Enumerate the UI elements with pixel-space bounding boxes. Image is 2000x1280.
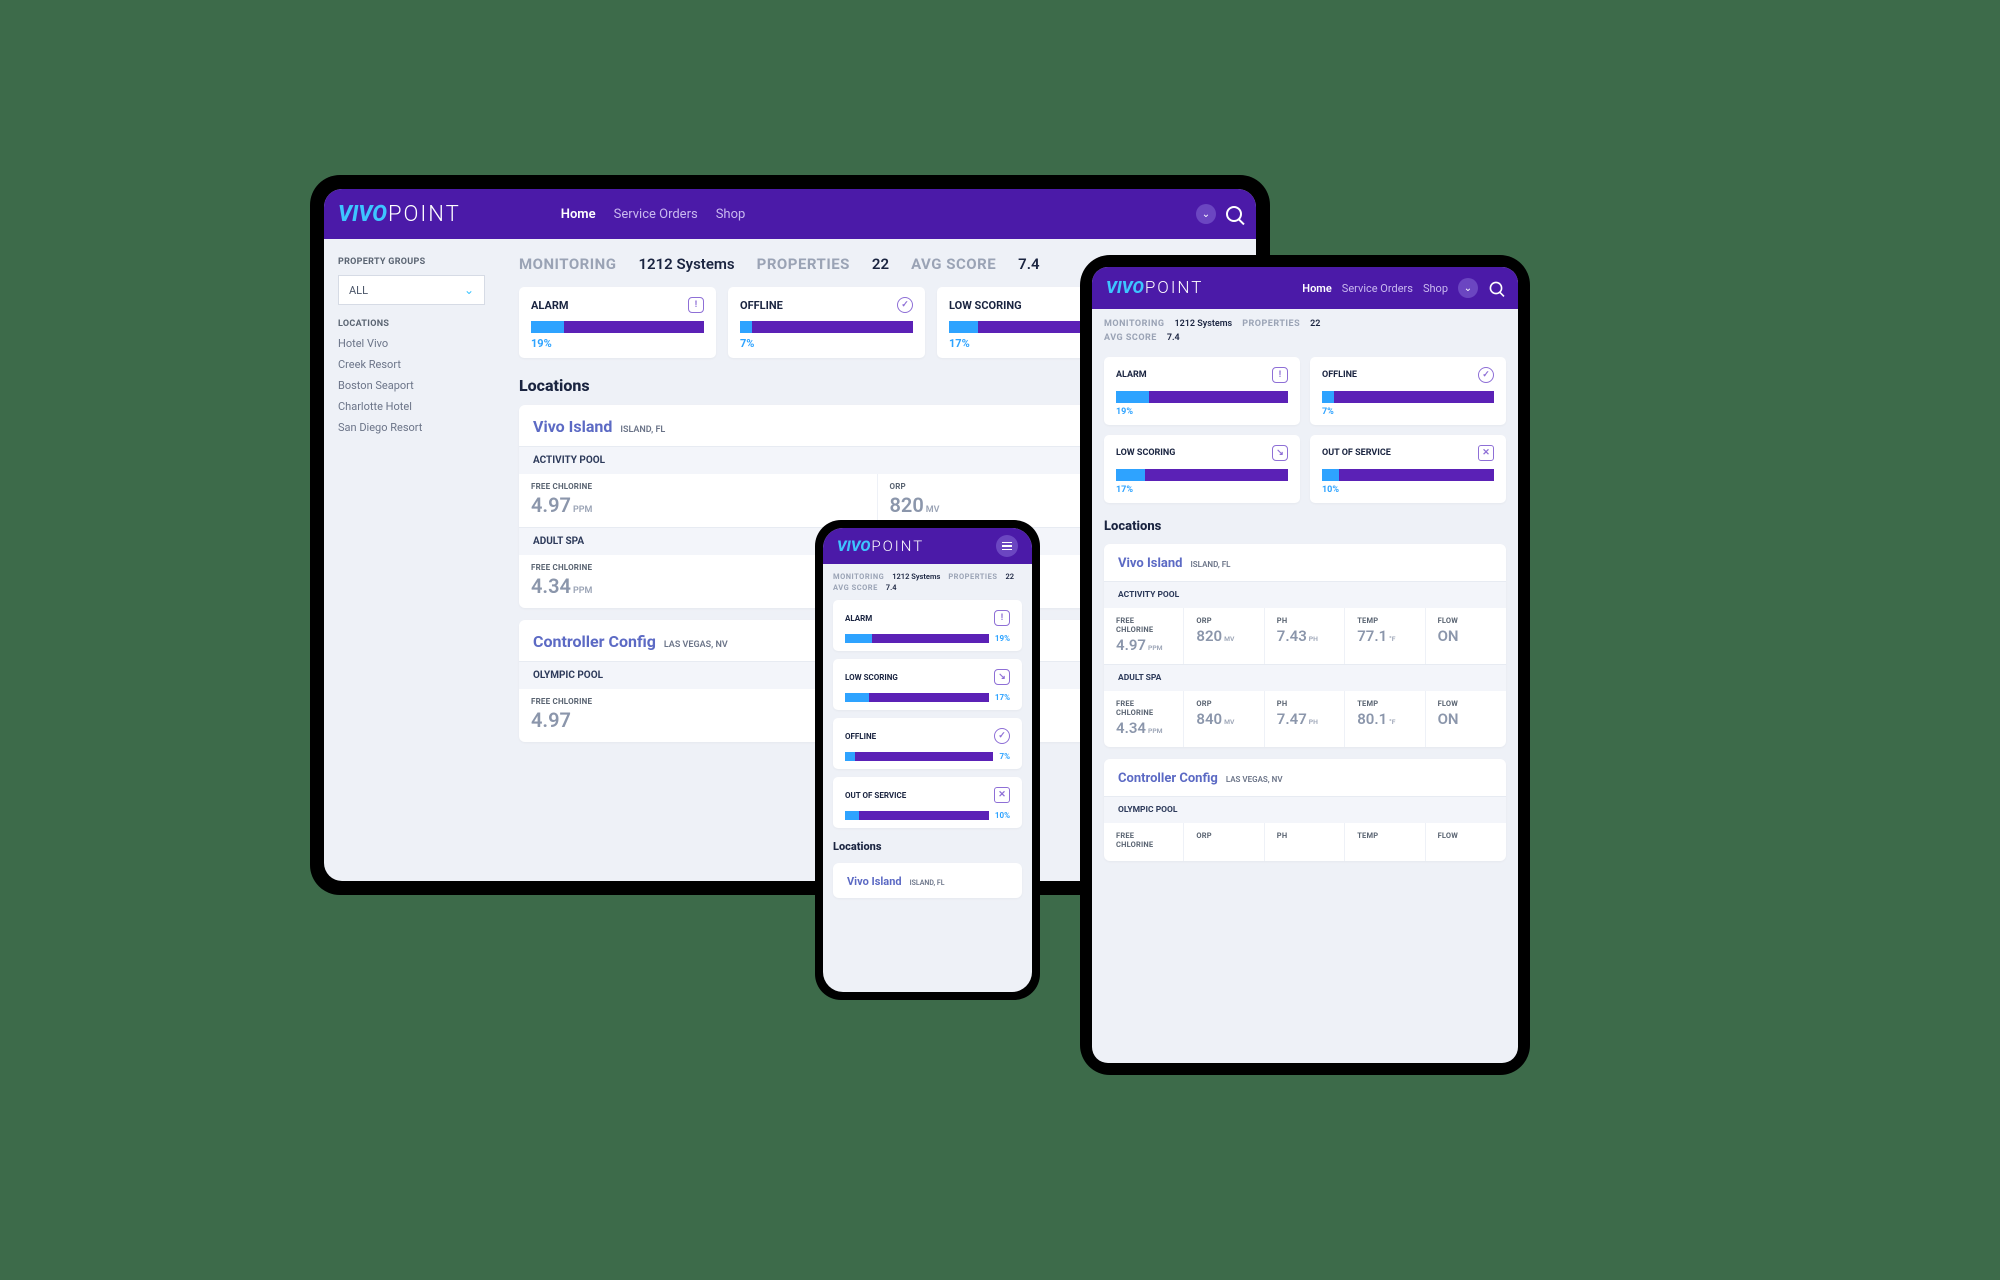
- search-icon[interactable]: [1490, 282, 1503, 295]
- card-alarm[interactable]: ALARM! 19%: [833, 600, 1022, 651]
- nav-orders[interactable]: Service Orders: [614, 207, 698, 222]
- main: MONITORING1212 Systems PROPERTIES22 AVG …: [1092, 309, 1518, 1063]
- check-icon: ✓: [897, 297, 913, 313]
- alert-icon: !: [688, 297, 704, 313]
- location-card-controller[interactable]: Controller ConfigLAS VEGAS, NV OLYMPIC P…: [1104, 759, 1506, 861]
- nav-shop[interactable]: Shop: [716, 207, 746, 222]
- chevron-down-icon[interactable]: ⌄: [1196, 204, 1216, 224]
- location-card-vivo[interactable]: Vivo IslandISLAND, FL ACTIVITY POOL FREE…: [1104, 544, 1506, 747]
- wrench-icon: ✕: [994, 787, 1010, 803]
- screen: VIVOPOINT Home Service Orders Shop ⌄ MON…: [1092, 267, 1518, 1063]
- sidebar-item[interactable]: Hotel Vivo: [338, 337, 485, 350]
- device-tablet-portrait: VIVOPOINT Home Service Orders Shop ⌄ MON…: [1080, 255, 1530, 1075]
- arrow-down-right-icon: ↘: [994, 669, 1010, 685]
- nav-home[interactable]: Home: [1302, 282, 1332, 295]
- sidebar-item[interactable]: Creek Resort: [338, 358, 485, 371]
- sidebar-item[interactable]: Charlotte Hotel: [338, 400, 485, 413]
- menu-icon[interactable]: [996, 535, 1018, 557]
- sidebar: PROPERTY GROUPS ALL⌄ LOCATIONS Hotel Viv…: [324, 239, 499, 881]
- arrow-down-right-icon: ↘: [1272, 445, 1288, 461]
- nav-orders[interactable]: Service Orders: [1342, 282, 1413, 295]
- location-card-vivo[interactable]: Vivo IslandISLAND, FL: [833, 863, 1022, 898]
- status-cards: ALARM! 19% OFFLINE✓ 7% LOW SCORING↘ 17% …: [1104, 357, 1506, 503]
- sidebar-locations-label: LOCATIONS: [338, 319, 485, 329]
- card-out-of-service[interactable]: OUT OF SERVICE✕ 10%: [1310, 435, 1506, 503]
- alert-icon: !: [994, 610, 1010, 626]
- sidebar-location-list: Hotel Vivo Creek Resort Boston Seaport C…: [338, 337, 485, 434]
- locations-heading: Locations: [833, 840, 1022, 853]
- header: VIVOPOINT: [823, 528, 1032, 564]
- header: VIVOPOINT Home Service Orders Shop ⌄: [324, 189, 1256, 239]
- card-offline[interactable]: OFFLINE✓ 7%: [1310, 357, 1506, 425]
- screen: VIVOPOINT MONITORING1212 Systems PROPERT…: [823, 528, 1032, 992]
- header: VIVOPOINT Home Service Orders Shop ⌄: [1092, 267, 1518, 309]
- card-low-scoring[interactable]: LOW SCORING↘ 17%: [1104, 435, 1300, 503]
- wrench-icon: ✕: [1478, 445, 1494, 461]
- main: MONITORING1212 Systems PROPERTIES22 AVG …: [823, 564, 1032, 992]
- sidebar-groups-label: PROPERTY GROUPS: [338, 257, 485, 267]
- sidebar-item[interactable]: San Diego Resort: [338, 421, 485, 434]
- nav: Home Service Orders Shop: [1302, 282, 1448, 295]
- search-icon[interactable]: [1226, 206, 1242, 222]
- check-icon: ✓: [1478, 367, 1494, 383]
- card-alarm[interactable]: ALARM! 19%: [519, 287, 716, 358]
- property-group-select[interactable]: ALL⌄: [338, 275, 485, 305]
- card-low-scoring[interactable]: LOW SCORING↘ 17%: [833, 659, 1022, 710]
- logo[interactable]: VIVOPOINT: [1106, 278, 1203, 298]
- chevron-down-icon: ⌄: [464, 283, 474, 297]
- check-icon: ✓: [994, 728, 1010, 744]
- sidebar-item[interactable]: Boston Seaport: [338, 379, 485, 392]
- nav-shop[interactable]: Shop: [1423, 282, 1448, 295]
- logo[interactable]: VIVOPOINT: [837, 537, 924, 555]
- card-offline[interactable]: OFFLINE✓ 7%: [728, 287, 925, 358]
- card-out-of-service[interactable]: OUT OF SERVICE✕ 10%: [833, 777, 1022, 828]
- nav: Home Service Orders Shop: [561, 207, 746, 222]
- logo[interactable]: VIVOPOINT: [338, 202, 461, 227]
- chevron-down-icon[interactable]: ⌄: [1458, 278, 1478, 298]
- alert-icon: !: [1272, 367, 1288, 383]
- card-offline[interactable]: OFFLINE✓ 7%: [833, 718, 1022, 769]
- device-phone: VIVOPOINT MONITORING1212 Systems PROPERT…: [815, 520, 1040, 1000]
- card-alarm[interactable]: ALARM! 19%: [1104, 357, 1300, 425]
- nav-home[interactable]: Home: [561, 207, 596, 222]
- locations-heading: Locations: [1104, 519, 1506, 534]
- status-cards: ALARM! 19% LOW SCORING↘ 17% OFFLINE✓ 7% …: [833, 600, 1022, 828]
